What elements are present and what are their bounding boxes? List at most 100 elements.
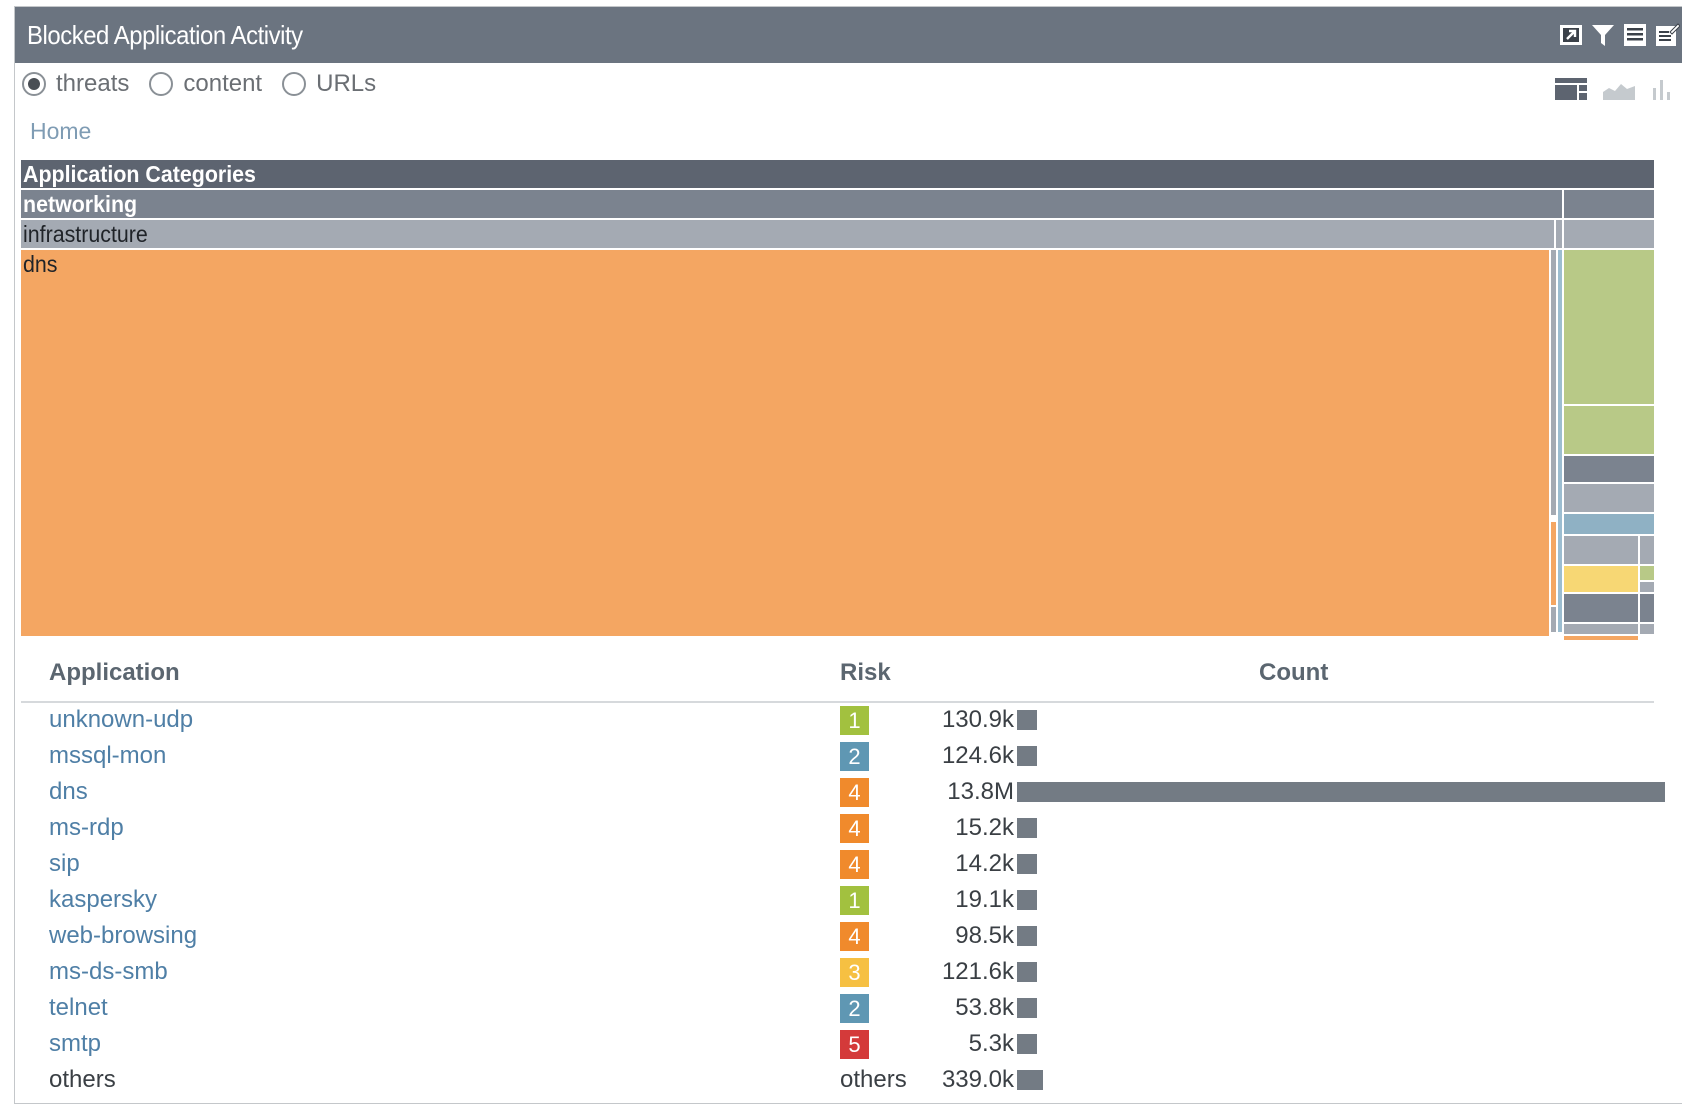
count-bar	[1017, 998, 1037, 1018]
treemap-tile-gray[interactable]	[1640, 624, 1654, 634]
treemap-tile-green[interactable]	[1564, 250, 1654, 404]
risk-badge: 2	[840, 742, 869, 771]
column-count[interactable]: Count	[1259, 659, 1328, 687]
radio-threats[interactable]: threats	[22, 70, 129, 98]
treemap-tile-dns[interactable]: dns	[21, 250, 1549, 636]
count-bar	[1017, 1070, 1043, 1090]
count-bar	[1017, 926, 1037, 946]
application-treemap: Application Categories networking infras…	[21, 160, 1654, 642]
view-switcher	[1555, 78, 1673, 100]
application-name[interactable]: smtp	[49, 1026, 101, 1062]
treemap-header[interactable]: Application Categories	[21, 160, 1654, 188]
treemap-tile-green[interactable]	[1640, 566, 1654, 580]
table-row: telnet 2 53.8k	[21, 990, 1654, 1026]
risk-badge: 1	[840, 886, 869, 915]
risk-badge: 2	[840, 994, 869, 1023]
count-bar	[1017, 782, 1665, 802]
table-row: dns 4 13.8M	[21, 774, 1665, 810]
widget-toolbar	[1558, 22, 1680, 48]
treemap-subcategory-infrastructure[interactable]: infrastructure	[21, 220, 1554, 248]
treemap-subcategory-label: infrastructure	[23, 221, 148, 247]
treemap-subcategory-tile[interactable]	[1564, 220, 1654, 248]
application-name[interactable]: unknown-udp	[49, 702, 193, 738]
filter-icon[interactable]	[1590, 22, 1616, 48]
count-bar	[1017, 710, 1037, 730]
popout-icon[interactable]	[1558, 22, 1584, 48]
treemap-subcategory-tile[interactable]	[1556, 220, 1562, 248]
application-name: others	[49, 1066, 116, 1093]
treemap-tile-dns-label: dns	[23, 251, 58, 277]
count-bar	[1017, 746, 1037, 766]
count-value: 5.3k	[968, 1030, 1014, 1057]
treemap-header-label: Application Categories	[23, 161, 256, 187]
count-value: 339.0k	[941, 1066, 1014, 1093]
edit-icon[interactable]	[1654, 22, 1680, 48]
treemap-tile-small[interactable]	[1551, 522, 1556, 605]
application-name[interactable]: dns	[49, 774, 88, 810]
radio-content[interactable]: content	[149, 70, 262, 98]
count-value: 14.2k	[955, 850, 1014, 877]
count-value: 124.6k	[941, 742, 1014, 769]
treemap-tile-small[interactable]	[1558, 250, 1562, 632]
treemap-tile-gray[interactable]	[1564, 484, 1654, 512]
radio-threats-circle[interactable]	[22, 72, 46, 96]
radio-urls-label: URLs	[316, 70, 377, 97]
application-table-header: Application Risk Count	[21, 645, 1654, 703]
count-value: 13.8M	[947, 778, 1014, 805]
table-row: kaspersky 1 19.1k	[21, 882, 1654, 918]
treemap-tile-gray[interactable]	[1640, 536, 1654, 564]
breadcrumb-home[interactable]: Home	[30, 118, 91, 145]
count-value: 130.9k	[941, 706, 1014, 733]
table-row: ms-rdp 4 15.2k	[21, 810, 1654, 846]
application-name[interactable]: kaspersky	[49, 882, 157, 918]
application-name[interactable]: ms-rdp	[49, 810, 124, 846]
bar-chart-view-icon[interactable]	[1651, 78, 1673, 100]
table-row: others others 339.0k	[21, 1062, 1654, 1098]
application-name[interactable]: sip	[49, 846, 80, 882]
treemap-tile-gray[interactable]	[1564, 536, 1638, 564]
risk-badge: 4	[840, 850, 869, 879]
application-name[interactable]: telnet	[49, 990, 108, 1026]
column-risk[interactable]: Risk	[840, 659, 891, 687]
risk-badge: 4	[840, 922, 869, 951]
application-name[interactable]: ms-ds-smb	[49, 954, 168, 990]
treemap-tile-yellow[interactable]	[1564, 566, 1638, 592]
treemap-tile-gray[interactable]	[1564, 624, 1638, 634]
count-value: 15.2k	[955, 814, 1014, 841]
treemap-tile-blue[interactable]	[1564, 514, 1654, 534]
treemap-tile-orange[interactable]	[1564, 636, 1638, 640]
risk-badge: 1	[840, 706, 869, 735]
risk-badge: 5	[840, 1030, 869, 1059]
count-bar	[1017, 1034, 1037, 1054]
table-row: smtp 5 5.3k	[21, 1026, 1654, 1062]
treemap-tile-small[interactable]	[1551, 250, 1556, 515]
count-value: 121.6k	[941, 958, 1014, 985]
application-name[interactable]: mssql-mon	[49, 738, 166, 774]
table-row: sip 4 14.2k	[21, 846, 1654, 882]
widget-titlebar: Blocked Application Activity	[15, 7, 1682, 63]
treemap-tile-small[interactable]	[1551, 607, 1556, 632]
count-bar	[1017, 818, 1037, 838]
list-icon[interactable]	[1622, 22, 1648, 48]
column-application[interactable]: Application	[49, 659, 180, 687]
table-row: ms-ds-smb 3 121.6k	[21, 954, 1654, 990]
application-name[interactable]: web-browsing	[49, 918, 197, 954]
treemap-tile-gray[interactable]	[1564, 456, 1654, 482]
table-row: unknown-udp 1 130.9k	[21, 702, 1654, 738]
treemap-category-tile[interactable]	[1564, 190, 1654, 218]
radio-urls-circle[interactable]	[282, 72, 307, 96]
treemap-tile-green[interactable]	[1564, 406, 1654, 454]
radio-content-circle[interactable]	[149, 72, 174, 96]
treemap-tile-gray[interactable]	[1640, 594, 1654, 622]
count-bar	[1017, 890, 1037, 910]
radio-urls[interactable]: URLs	[282, 70, 376, 98]
treemap-tile-gray[interactable]	[1564, 594, 1638, 622]
table-row: web-browsing 4 98.5k	[21, 918, 1654, 954]
area-chart-view-icon[interactable]	[1603, 78, 1635, 100]
treemap-view-icon[interactable]	[1555, 78, 1587, 100]
count-value: 53.8k	[955, 994, 1014, 1021]
treemap-category-networking[interactable]: networking	[21, 190, 1562, 218]
radio-threats-label: threats	[56, 70, 130, 97]
risk-label: others	[840, 1066, 907, 1093]
treemap-tile-gray[interactable]	[1640, 582, 1654, 592]
